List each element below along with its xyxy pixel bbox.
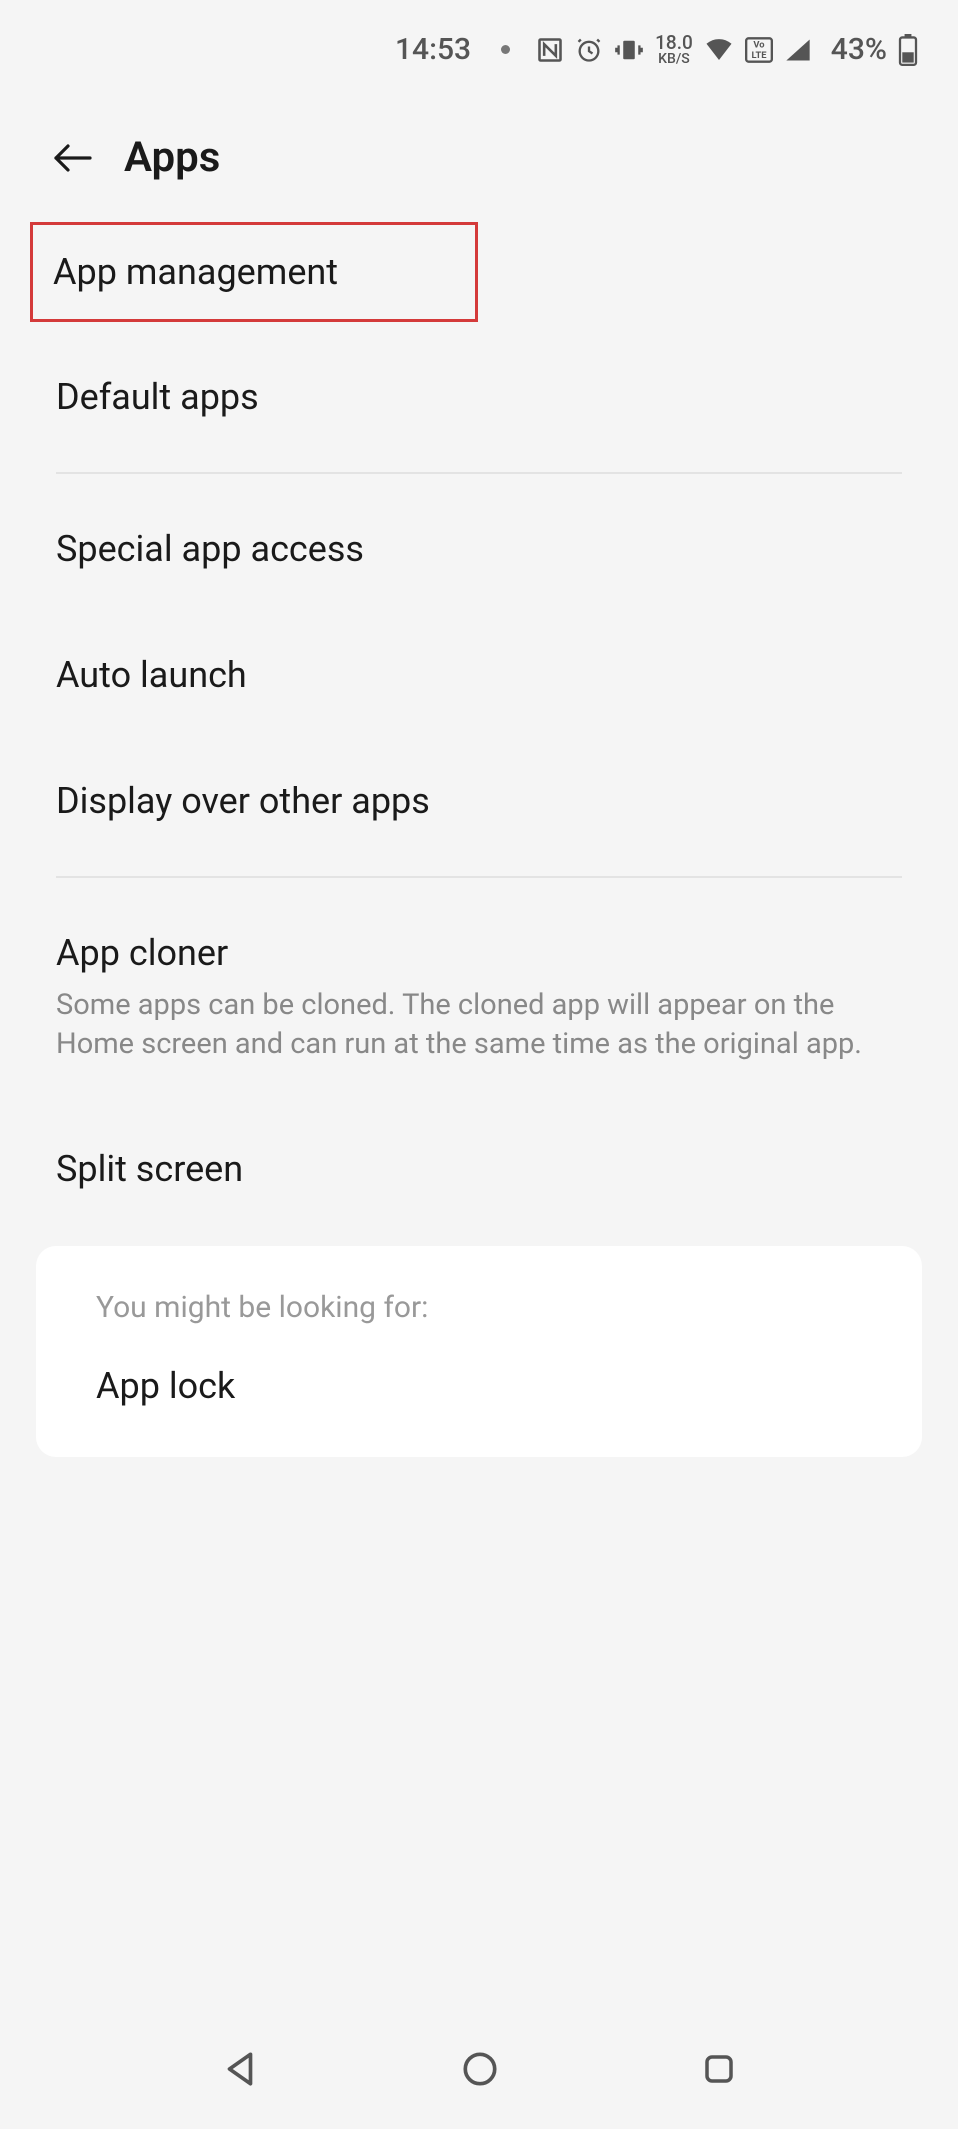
item-title: Display over other apps: [56, 780, 902, 822]
suggestion-label: You might be looking for:: [96, 1290, 862, 1325]
settings-item-special-app-access[interactable]: Special app access: [0, 498, 958, 600]
item-title: App cloner: [56, 932, 902, 974]
suggestion-item-app-lock[interactable]: App lock: [96, 1365, 862, 1407]
page-title: Apps: [124, 133, 220, 182]
vibrate-icon: [614, 36, 644, 64]
nfc-icon: [536, 36, 564, 64]
signal-icon: [784, 37, 812, 63]
svg-text:Vo: Vo: [753, 39, 764, 50]
divider: [56, 472, 902, 474]
app-bar: Apps: [0, 85, 958, 212]
settings-item-split-screen[interactable]: Split screen: [0, 1118, 958, 1220]
alarm-icon: [575, 36, 603, 64]
nav-recent-icon[interactable]: [699, 2049, 739, 2089]
settings-item-default-apps[interactable]: Default apps: [0, 346, 958, 448]
svg-text:LTE: LTE: [751, 50, 767, 61]
navigation-bar: [0, 2009, 958, 2129]
suggestion-card: You might be looking for: App lock: [36, 1246, 922, 1457]
settings-item-auto-launch[interactable]: Auto launch: [0, 624, 958, 726]
settings-item-app-management[interactable]: App management: [30, 222, 478, 322]
status-dot: [501, 45, 510, 54]
wifi-icon: [704, 37, 734, 63]
item-title: Special app access: [56, 528, 902, 570]
item-title: Default apps: [56, 376, 902, 418]
back-arrow-icon[interactable]: [50, 140, 94, 176]
battery-icon: [898, 34, 918, 66]
settings-item-display-over-other-apps[interactable]: Display over other apps: [0, 750, 958, 852]
battery-percent: 43%: [831, 32, 887, 67]
status-bar: 14:53: [0, 0, 958, 85]
settings-item-app-cloner[interactable]: App cloner Some apps can be cloned. The …: [0, 902, 958, 1094]
item-title: App management: [53, 251, 451, 293]
volte-icon: Vo LTE: [745, 37, 773, 63]
item-subtitle: Some apps can be cloned. The cloned app …: [56, 986, 902, 1064]
item-title: Split screen: [56, 1148, 902, 1190]
network-speed: 18.0 KB/S: [655, 33, 693, 66]
item-title: Auto launch: [56, 654, 902, 696]
nav-back-icon[interactable]: [219, 2048, 261, 2090]
nav-home-icon[interactable]: [459, 2048, 501, 2090]
status-time: 14:53: [395, 32, 471, 67]
divider: [56, 876, 902, 878]
